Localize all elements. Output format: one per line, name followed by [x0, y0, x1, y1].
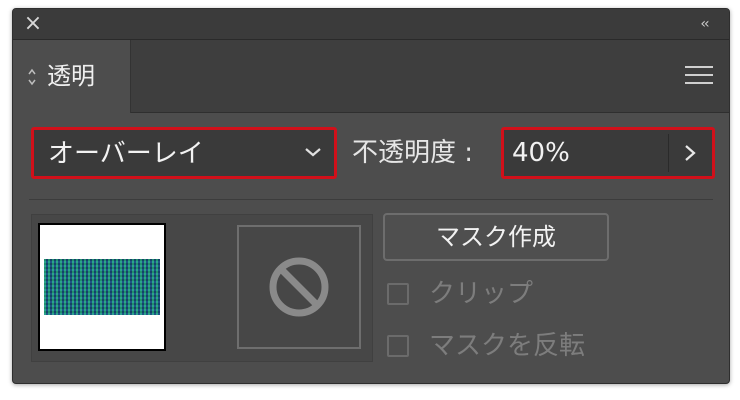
divider — [29, 199, 713, 200]
opacity-label: 不透明度 : — [352, 138, 474, 168]
artwork-preview-image — [44, 259, 160, 315]
blend-mode-value: オーバーレイ — [48, 139, 204, 169]
artwork-thumbnail[interactable] — [38, 223, 166, 351]
chevron-down-icon — [305, 148, 321, 157]
panel-tabstrip: 透明 — [13, 40, 729, 113]
invert-mask-label: マスクを反転 — [429, 331, 586, 361]
tab-label: 透明 — [47, 62, 95, 90]
invert-mask-checkbox[interactable] — [387, 335, 409, 357]
opacity-field — [501, 127, 715, 179]
close-icon[interactable]: × — [23, 13, 43, 35]
thumbnail-area — [31, 214, 373, 362]
chevron-right-icon[interactable] — [682, 144, 698, 162]
make-mask-button[interactable]: マスク作成 — [383, 213, 609, 261]
panel-titlebar: × ‹‹ — [13, 9, 729, 40]
collapse-icon[interactable]: ‹‹ — [693, 15, 715, 33]
clip-label: クリップ — [429, 279, 534, 309]
opacity-divider — [668, 134, 669, 172]
clip-checkbox[interactable] — [387, 283, 409, 305]
opacity-input[interactable] — [504, 130, 672, 176]
panel-menu-icon[interactable] — [685, 66, 713, 88]
tab-transparency[interactable]: 透明 — [13, 40, 131, 113]
up-down-arrows-icon — [28, 68, 36, 86]
transparency-panel: × ‹‹ 透明 オーバーレイ 不透明度 : 40% マスク作成 クリップ マスク… — [12, 8, 730, 384]
blend-mode-dropdown[interactable]: オーバーレイ — [31, 127, 337, 179]
mask-thumbnail[interactable] — [237, 225, 361, 349]
clip-checkbox-row[interactable]: クリップ — [383, 275, 683, 315]
invert-mask-checkbox-row[interactable]: マスクを反転 — [383, 327, 683, 367]
prohibited-icon — [269, 257, 329, 317]
